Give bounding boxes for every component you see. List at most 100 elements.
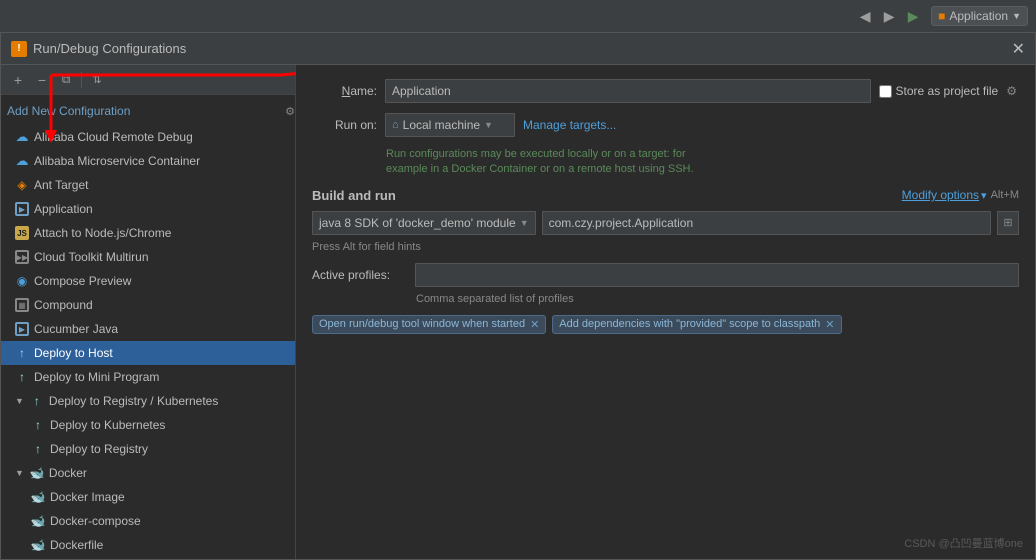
compose-preview-label: Compose Preview bbox=[34, 274, 131, 288]
modify-options-area: Modify options ▾ Alt+M bbox=[902, 188, 1019, 202]
deploy-kubernetes-icon: ↑ bbox=[31, 418, 45, 432]
left-toolbar: + − ⧉ ⇅ bbox=[1, 65, 295, 95]
docker-compose-icon: 🐋 bbox=[31, 514, 45, 528]
docker-image-icon: 🐋 bbox=[31, 490, 45, 504]
remove-config-button[interactable]: − bbox=[31, 69, 53, 91]
nodejs-icon: JS bbox=[15, 226, 29, 240]
list-item-docker-image[interactable]: 🐋 Docker Image bbox=[1, 485, 295, 509]
list-item-alibaba-micro[interactable]: ☁ Alibaba Microservice Container bbox=[1, 149, 295, 173]
list-item-compose-preview[interactable]: ◉ Compose Preview bbox=[1, 269, 295, 293]
store-file-label: Store as project file bbox=[896, 84, 999, 98]
left-panel: + − ⧉ ⇅ bbox=[1, 65, 296, 559]
deploy-mini-label: Deploy to Mini Program bbox=[34, 370, 159, 384]
store-file-row: Store as project file ⚙ bbox=[879, 84, 1019, 98]
list-item-deploy-kubernetes[interactable]: ↑ Deploy to Kubernetes bbox=[1, 413, 295, 437]
list-item-application[interactable]: ▶ Application bbox=[1, 197, 295, 221]
dialog-close-button[interactable]: ✕ bbox=[1012, 39, 1025, 59]
modify-options-shortcut: Alt+M bbox=[991, 189, 1019, 201]
deploy-registry-group-label: Deploy to Registry / Kubernetes bbox=[49, 394, 218, 408]
run-icon[interactable]: ▶ bbox=[903, 6, 923, 26]
modify-options-arrow: ▾ bbox=[981, 189, 987, 202]
local-machine-icon: ⌂ bbox=[392, 119, 399, 131]
deploy-host-label: Deploy to Host bbox=[34, 346, 113, 360]
alibaba-micro-icon: ☁ bbox=[15, 154, 29, 168]
header-label: Add New Configuration bbox=[7, 104, 130, 118]
run-debug-dialog: ! Run/Debug Configurations ✕ + − ⧉ ⇅ bbox=[0, 32, 1036, 560]
copy-config-button[interactable]: ⧉ bbox=[55, 69, 77, 91]
list-item-docker-group[interactable]: ▼ 🐋 Docker bbox=[1, 461, 295, 485]
run-config-arrow: ▼ bbox=[1012, 11, 1021, 21]
tag-dependencies-close[interactable]: ✕ bbox=[825, 318, 834, 331]
class-input[interactable] bbox=[542, 211, 991, 235]
docker-group-label: Docker bbox=[49, 466, 87, 480]
deploy-kubernetes-label: Deploy to Kubernetes bbox=[50, 418, 165, 432]
attach-node-label: Attach to Node.js/Chrome bbox=[34, 226, 171, 240]
list-item-deploy-host[interactable]: ↑ Deploy to Host bbox=[1, 341, 295, 365]
sdk-class-row: java 8 SDK of 'docker_demo' module ▼ ⊞ bbox=[312, 211, 1019, 235]
dialog-body: + − ⧉ ⇅ bbox=[1, 65, 1035, 559]
run-config-selector[interactable]: ■ Application ▼ bbox=[931, 6, 1028, 26]
run-on-arrow: ▼ bbox=[484, 120, 493, 130]
store-file-checkbox[interactable] bbox=[879, 85, 892, 98]
list-item-cloud-toolkit[interactable]: ▶▶ Cloud Toolkit Multirun bbox=[1, 245, 295, 269]
tag-dependencies: Add dependencies with "provided" scope t… bbox=[552, 315, 841, 334]
tag-run-debug-label: Open run/debug tool window when started bbox=[319, 318, 525, 330]
store-file-settings-icon[interactable]: ⚙ bbox=[1006, 84, 1017, 98]
add-config-button[interactable]: + bbox=[7, 69, 29, 91]
list-item-deploy-registry[interactable]: ↑ Deploy to Registry bbox=[1, 437, 295, 461]
list-item-cucumber-java[interactable]: ▶ Cucumber Java bbox=[1, 317, 295, 341]
compound-label: Compound bbox=[34, 298, 93, 312]
watermark: CSDN @凸凹曼蓝博one bbox=[904, 535, 1023, 551]
forward-icon[interactable]: ▶ bbox=[879, 6, 899, 26]
top-bar-icons: ◀ ▶ ▶ bbox=[855, 6, 923, 26]
plus-icon: + bbox=[14, 72, 22, 88]
copy-icon: ⧉ bbox=[62, 72, 71, 87]
sdk-select[interactable]: java 8 SDK of 'docker_demo' module ▼ bbox=[312, 211, 536, 235]
back-icon[interactable]: ◀ bbox=[855, 6, 875, 26]
list-item-deploy-registry-group[interactable]: ▼ ↑ Deploy to Registry / Kubernetes bbox=[1, 389, 295, 413]
ant-target-label: Ant Target bbox=[34, 178, 88, 192]
docker-compose-label: Docker-compose bbox=[50, 514, 141, 528]
list-item-ecs-alibaba[interactable]: ☁ ECS on Alibaba Cloud bbox=[1, 557, 295, 559]
run-hint-text: Run configurations may be executed local… bbox=[386, 147, 1019, 178]
dockerfile-label: Dockerfile bbox=[50, 538, 103, 552]
list-item-dockerfile[interactable]: 🐋 Dockerfile bbox=[1, 533, 295, 557]
list-item-compound[interactable]: ▦ Compound bbox=[1, 293, 295, 317]
class-browse-btn[interactable]: ⊞ bbox=[997, 211, 1019, 235]
manage-targets-link[interactable]: Manage targets... bbox=[523, 118, 616, 132]
alibaba-cloud-label: Alibaba Cloud Remote Debug bbox=[34, 130, 193, 144]
application-icon: ▶ bbox=[15, 202, 29, 216]
list-item-alibaba-cloud[interactable]: ☁ Alibaba Cloud Remote Debug bbox=[1, 125, 295, 149]
dialog-title-label: Run/Debug Configurations bbox=[33, 41, 186, 56]
compound-icon: ▦ bbox=[15, 298, 29, 312]
dockerfile-icon: 🐋 bbox=[31, 538, 45, 552]
profiles-row: Active profiles: bbox=[312, 263, 1019, 287]
docker-group-icon: 🐋 bbox=[30, 466, 44, 480]
tag-dependencies-label: Add dependencies with "provided" scope t… bbox=[559, 318, 820, 330]
profiles-hint: Comma separated list of profiles bbox=[416, 293, 1019, 305]
tag-run-debug-close[interactable]: ✕ bbox=[530, 318, 539, 331]
profiles-input[interactable] bbox=[415, 263, 1019, 287]
sort-icon: ⇅ bbox=[92, 73, 101, 86]
list-item-deploy-mini[interactable]: ↑ Deploy to Mini Program bbox=[1, 365, 295, 389]
sdk-arrow: ▼ bbox=[520, 218, 529, 228]
expand-arrow-deploy: ▼ bbox=[15, 396, 24, 406]
form-area: Name: Store as project file ⚙ Run on: ⌂ … bbox=[296, 65, 1035, 559]
build-run-title: Build and run bbox=[312, 188, 396, 203]
run-on-select[interactable]: ⌂ Local machine ▼ bbox=[385, 113, 515, 137]
dialog-title-bar: ! Run/Debug Configurations ✕ bbox=[1, 33, 1035, 65]
list-item-ant-target[interactable]: ◈ Ant Target bbox=[1, 173, 295, 197]
sdk-value: java 8 SDK of 'docker_demo' module bbox=[319, 216, 516, 230]
tags-row: Open run/debug tool window when started … bbox=[312, 315, 1019, 334]
list-item-attach-node[interactable]: JS Attach to Node.js/Chrome bbox=[1, 221, 295, 245]
alibaba-cloud-icon: ☁ bbox=[15, 130, 29, 144]
run-on-label: Run on: bbox=[312, 118, 377, 132]
minus-icon: − bbox=[38, 72, 46, 88]
list-item-docker-compose[interactable]: 🐋 Docker-compose bbox=[1, 509, 295, 533]
modify-options-link[interactable]: Modify options bbox=[902, 188, 979, 202]
expand-arrow-docker: ▼ bbox=[15, 468, 24, 478]
sort-button[interactable]: ⇅ bbox=[86, 69, 108, 91]
name-row: Name: Store as project file ⚙ bbox=[312, 79, 1019, 103]
name-input[interactable] bbox=[385, 79, 871, 103]
run-on-value: Local machine bbox=[403, 118, 480, 132]
